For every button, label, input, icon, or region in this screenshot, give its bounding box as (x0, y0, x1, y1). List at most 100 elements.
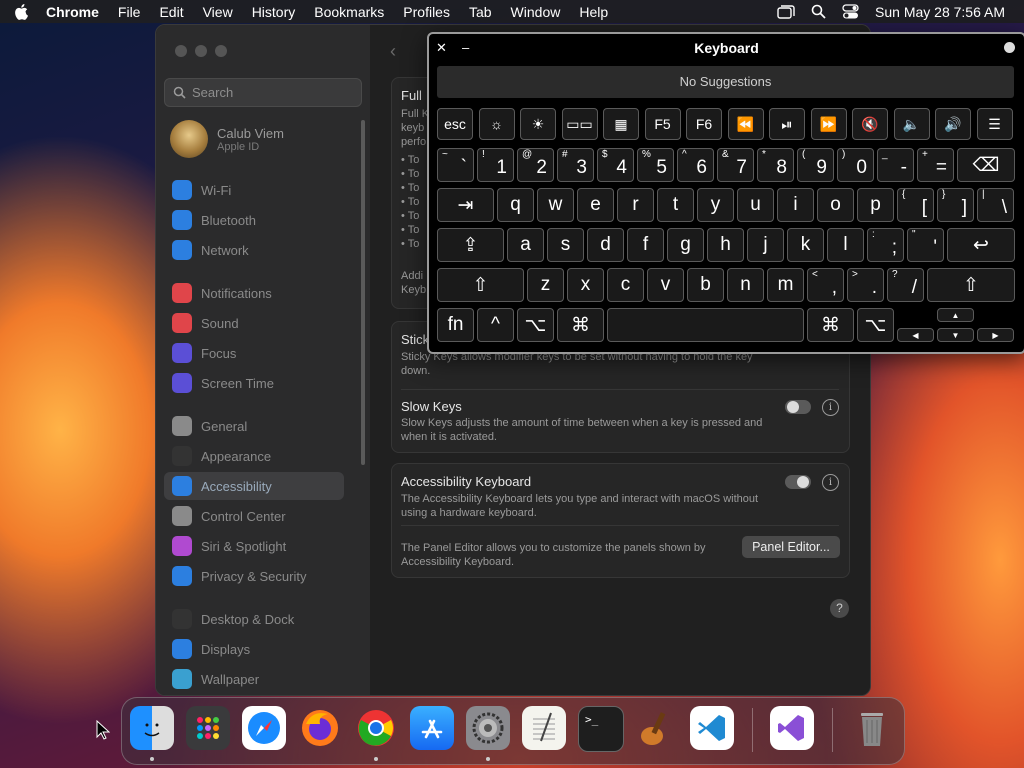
shift-right-key[interactable]: ⇧ (927, 268, 1015, 302)
key-x[interactable]: x (567, 268, 604, 302)
finder-icon[interactable] (130, 706, 174, 750)
sidebar-item-desktop-dock[interactable]: Desktop & Dock (164, 605, 344, 633)
key-t[interactable]: t (657, 188, 694, 222)
sidebar-item-appearance[interactable]: Appearance (164, 442, 344, 470)
key-bracket-left[interactable]: {[ (897, 188, 934, 222)
key-slash[interactable]: ? / (887, 268, 924, 302)
brightness-down-key[interactable]: ☼ (478, 108, 515, 140)
key-m[interactable]: m (767, 268, 804, 302)
play-pause-key[interactable]: ⏯ (769, 108, 805, 140)
key-k[interactable]: k (787, 228, 824, 262)
minimize-window-button[interactable] (195, 45, 207, 57)
panel-editor-button[interactable]: Panel Editor... (742, 536, 840, 558)
key-u[interactable]: u (737, 188, 774, 222)
sidebar-item-bluetooth[interactable]: Bluetooth (164, 206, 344, 234)
delete-key[interactable]: ⌫ (957, 148, 1015, 182)
zoom-window-button[interactable] (215, 45, 227, 57)
arrow-down-key[interactable]: ▼ (937, 328, 974, 342)
launchpad-key[interactable]: ▦ (603, 108, 639, 140)
f5-key[interactable]: F5 (644, 108, 681, 140)
key-c[interactable]: c (607, 268, 644, 302)
key-4[interactable]: $4 (597, 148, 634, 182)
search-icon[interactable] (811, 4, 826, 19)
trash-icon[interactable] (850, 706, 894, 750)
key-3[interactable]: #3 (557, 148, 594, 182)
menu-edit[interactable]: Edit (159, 4, 183, 20)
key-y[interactable]: y (697, 188, 734, 222)
key-1[interactable]: ! 1 (477, 148, 514, 182)
sidebar-item-accessibility[interactable]: Accessibility (164, 472, 344, 500)
key-semicolon[interactable]: :; (867, 228, 904, 262)
mission-control-key[interactable]: ▭▭ (561, 108, 598, 140)
key-period[interactable]: >. (847, 268, 884, 302)
keyboard-options-icon[interactable] (1004, 37, 1015, 53)
mute-key[interactable]: 🔇 (852, 108, 888, 140)
esc-key[interactable]: esc (437, 108, 473, 140)
key-i[interactable]: i (777, 188, 814, 222)
menu-tab[interactable]: Tab (469, 4, 492, 20)
sidebar-scrollbar[interactable] (361, 120, 365, 465)
sidebar-item-general[interactable]: General (164, 412, 344, 440)
key-h[interactable]: h (707, 228, 744, 262)
help-button[interactable]: ? (830, 599, 849, 618)
key-o[interactable]: o (817, 188, 854, 222)
arrow-up-key[interactable]: ▲ (937, 308, 974, 322)
arrow-right-key[interactable]: ▶ (977, 328, 1014, 342)
menu-bookmarks[interactable]: Bookmarks (314, 4, 384, 20)
sidebar-item-control-center[interactable]: Control Center (164, 502, 344, 530)
system-settings-icon[interactable] (466, 706, 510, 750)
sidebar-item-focus[interactable]: Focus (164, 339, 344, 367)
shift-left-key[interactable]: ⇧ (437, 268, 524, 302)
chrome-icon[interactable] (354, 706, 398, 750)
key-z[interactable]: z (527, 268, 564, 302)
option-right-key[interactable]: ⌥ (857, 308, 894, 342)
control-key[interactable]: ^ (477, 308, 514, 342)
key-b[interactable]: b (687, 268, 724, 302)
settings-search-input[interactable]: Search (164, 78, 362, 107)
key-7[interactable]: & 7 (717, 148, 754, 182)
menu-profiles[interactable]: Profiles (403, 4, 450, 20)
menu-file[interactable]: File (118, 4, 141, 20)
key-comma[interactable]: <, (807, 268, 844, 302)
sidebar-item-displays[interactable]: Displays (164, 635, 344, 663)
menu-key[interactable]: ☰ (976, 108, 1013, 140)
volume-down-key[interactable]: 🔈 (893, 108, 930, 140)
key-e[interactable]: e (577, 188, 614, 222)
control-center-icon[interactable] (842, 4, 859, 19)
key-f[interactable]: f (627, 228, 664, 262)
key-6[interactable]: ^ 6 (677, 148, 714, 182)
key--[interactable]: _ - (877, 148, 914, 182)
caps-lock-key[interactable]: ⇪ (437, 228, 504, 262)
info-icon[interactable]: i (822, 399, 839, 416)
sidebar-item-sound[interactable]: Sound (164, 309, 344, 337)
space-key[interactable] (607, 308, 804, 342)
key-0[interactable]: ) 0 (837, 148, 874, 182)
key-d[interactable]: d (587, 228, 624, 262)
key-l[interactable]: l (827, 228, 864, 262)
vscode-icon[interactable] (690, 706, 734, 750)
fn-key[interactable]: fn (437, 308, 474, 342)
sidebar-item-network[interactable]: Network (164, 236, 344, 264)
key-backslash[interactable]: | \ (977, 188, 1014, 222)
menu-help[interactable]: Help (579, 4, 608, 20)
sidebar-item-wi-fi[interactable]: Wi-Fi (164, 176, 344, 204)
safari-icon[interactable] (242, 706, 286, 750)
key-w[interactable]: w (537, 188, 574, 222)
key-5[interactable]: % 5 (637, 148, 674, 182)
sidebar-item-wallpaper[interactable]: Wallpaper (164, 665, 344, 693)
apple-id-profile[interactable]: Calub Viem Apple ID (170, 120, 284, 158)
key-quote[interactable]: " ' (907, 228, 944, 262)
key-9[interactable]: (9 (797, 148, 834, 182)
option-left-key[interactable]: ⌥ (517, 308, 554, 342)
brightness-up-key[interactable]: ☀ (520, 108, 556, 140)
key-j[interactable]: j (747, 228, 784, 262)
sidebar-item-screen-time[interactable]: Screen Time (164, 369, 344, 397)
garageband-icon[interactable] (634, 706, 678, 750)
info-icon[interactable]: i (822, 474, 839, 491)
menu-window[interactable]: Window (511, 4, 561, 20)
key-g[interactable]: g (667, 228, 704, 262)
rewind-key[interactable]: ⏪ (727, 108, 764, 140)
key-`[interactable]: ~ ` (437, 148, 474, 182)
apple-icon[interactable] (14, 3, 32, 20)
key-q[interactable]: q (497, 188, 534, 222)
